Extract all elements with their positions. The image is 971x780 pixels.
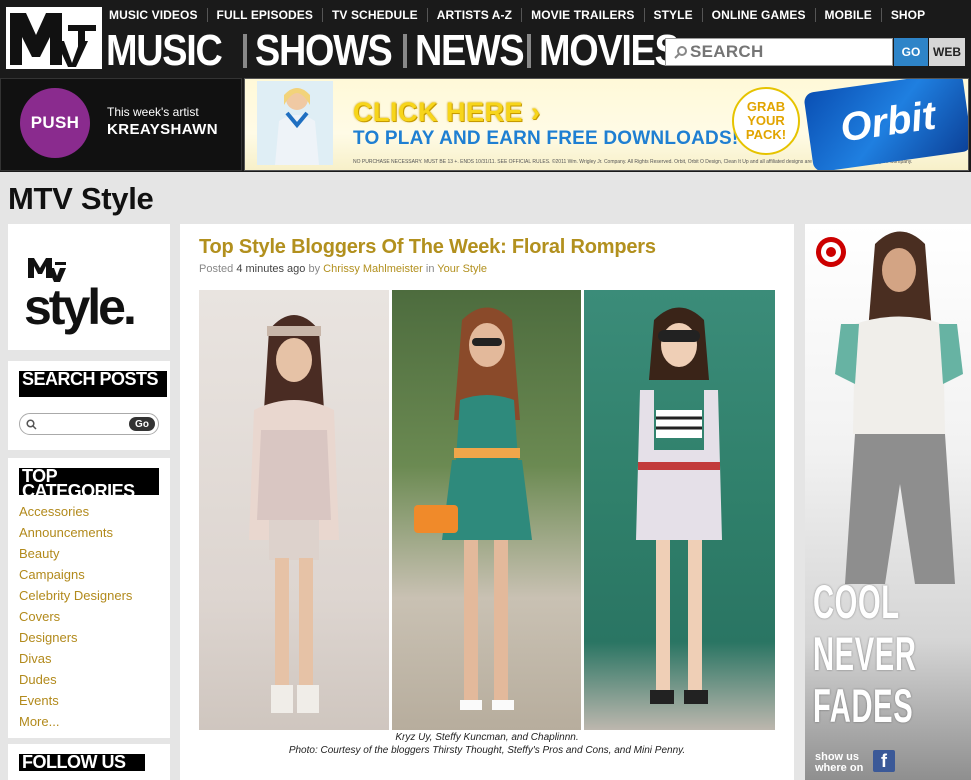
ad-slogan-line: COOL	[813, 575, 900, 628]
search-posts-field[interactable]: Go	[19, 413, 159, 435]
orbit-banner-ad[interactable]: CLICK HERE › TO PLAY AND EARN FREE DOWNL…	[244, 78, 969, 171]
ad-facebook-prompt: show us where on	[815, 752, 863, 774]
target-sidebar-ad[interactable]: COOL NEVER FADES show us where on f	[805, 224, 971, 780]
main-nav-movies[interactable]: MOVIES	[539, 26, 680, 76]
nav-movie-trailers[interactable]: MOVIE TRAILERS	[521, 8, 643, 22]
category-link[interactable]: Campaigns	[19, 567, 132, 588]
ad-headline: CLICK HERE ›	[353, 97, 541, 127]
category-link[interactable]: Celebrity Designers	[19, 588, 132, 609]
search-posts-heading: SEARCH POSTS	[19, 370, 167, 397]
nav-mobile[interactable]: MOBILE	[814, 8, 881, 22]
meta-category-link[interactable]: Your Style	[437, 263, 487, 275]
top-categories-widget: TOP CATEGORIES Accessories Announcements…	[8, 458, 170, 738]
push-artist-name[interactable]: KREAYSHAWN	[107, 121, 218, 138]
nav-separator	[527, 34, 531, 68]
nav-full-episodes[interactable]: FULL EPISODES	[206, 8, 322, 22]
ad-product-pack: Orbit	[803, 79, 968, 170]
post-meta: Posted 4 minutes ago by Chrissy Mahlmeis…	[199, 263, 487, 275]
nav-artists-a-z[interactable]: ARTISTS A-Z	[426, 8, 521, 22]
category-link[interactable]: Dudes	[19, 672, 132, 693]
ad-slogan-line: NEVER	[813, 627, 917, 680]
meta-by-label: by	[308, 263, 321, 275]
blogger-photo	[199, 290, 389, 730]
category-link[interactable]: Divas	[19, 651, 132, 672]
category-link[interactable]: Announcements	[19, 525, 132, 546]
top-categories-heading: TOP CATEGORIES	[19, 467, 159, 500]
nav-separator	[403, 34, 407, 68]
ad-subline: TO PLAY AND EARN FREE DOWNLOADS!	[353, 128, 739, 149]
ad-model-image	[257, 81, 333, 165]
blogger-photo	[584, 290, 775, 730]
photo-caption: Kryz Uy, Steffy Kuncman, and Chaplinnn. …	[180, 731, 794, 757]
mtv-style-logo: style.	[24, 258, 137, 335]
search-posts-go-button[interactable]: Go	[129, 417, 155, 431]
main-nav: MUSIC SHOWS NEWS MOVIES	[106, 26, 680, 76]
nav-style[interactable]: STYLE	[643, 8, 702, 22]
nav-shop[interactable]: SHOP	[880, 8, 934, 22]
search-icon	[674, 46, 687, 59]
main-nav-shows[interactable]: SHOWS	[255, 26, 393, 76]
meta-posted-label: Posted	[199, 263, 234, 275]
main-nav-news[interactable]: NEWS	[415, 26, 525, 76]
style-logo-word: style.	[24, 279, 134, 335]
follow-us-heading: FOLLOW US	[19, 753, 145, 771]
site-search-input[interactable]	[690, 42, 890, 62]
ad-grab-pack-badge: GRAB YOUR PACK!	[732, 87, 800, 155]
push-caption: This week's artist	[107, 105, 199, 119]
main-nav-music[interactable]: MUSIC	[106, 26, 223, 76]
caption-credit: Photo: Courtesy of the bloggers Thirsty …	[288, 745, 686, 756]
top-nav: MUSIC VIDEOS FULL EPISODES TV SCHEDULE A…	[100, 5, 934, 25]
push-artist-promo[interactable]: PUSH This week's artist KREAYSHAWN	[0, 78, 242, 171]
ad-slogan: COOL NEVER FADES	[813, 576, 917, 732]
ad-where-on-text: where on	[815, 762, 864, 774]
caption-names: Kryz Uy, Steffy Kuncman, and Chaplinnn.	[395, 732, 579, 743]
category-link[interactable]: Designers	[19, 630, 132, 651]
site-header: MUSIC VIDEOS FULL EPISODES TV SCHEDULE A…	[0, 0, 971, 172]
blogger-photo	[392, 290, 581, 730]
meta-in-label: in	[425, 263, 435, 275]
category-more-link[interactable]: More...	[19, 714, 132, 735]
page-title: MTV Style	[8, 181, 154, 216]
meta-author-link[interactable]: Chrissy Mahlmeister	[323, 263, 423, 275]
site-search-box[interactable]	[665, 38, 893, 66]
category-link[interactable]: Beauty	[19, 546, 132, 567]
follow-us-widget: FOLLOW US	[8, 744, 170, 780]
ad-model-image	[835, 231, 963, 584]
category-link[interactable]: Covers	[19, 609, 132, 630]
search-web-button[interactable]: WEB	[929, 38, 965, 66]
ad-slogan-line: FADES	[813, 679, 914, 732]
facebook-icon[interactable]: f	[873, 750, 895, 772]
search-posts-widget: SEARCH POSTS Go	[8, 361, 170, 450]
category-link[interactable]: Events	[19, 693, 132, 714]
push-badge: PUSH	[20, 88, 90, 158]
search-posts-input[interactable]	[41, 418, 131, 430]
style-logo-box[interactable]: style.	[8, 224, 170, 350]
post-title[interactable]: Top Style Bloggers Of The Week: Floral R…	[199, 236, 656, 259]
nav-tv-schedule[interactable]: TV SCHEDULE	[321, 8, 427, 22]
search-go-button[interactable]: GO	[894, 38, 928, 66]
mtv-logo[interactable]	[6, 7, 102, 69]
category-link[interactable]: Accessories	[19, 504, 132, 525]
meta-time: 4 minutes ago	[236, 263, 306, 275]
category-list: Accessories Announcements Beauty Campaig…	[19, 504, 132, 735]
nav-separator	[243, 34, 247, 68]
nav-music-videos[interactable]: MUSIC VIDEOS	[100, 8, 207, 22]
nav-online-games[interactable]: ONLINE GAMES	[701, 8, 815, 22]
search-icon	[26, 418, 37, 430]
post-content: Top Style Bloggers Of The Week: Floral R…	[180, 224, 794, 780]
